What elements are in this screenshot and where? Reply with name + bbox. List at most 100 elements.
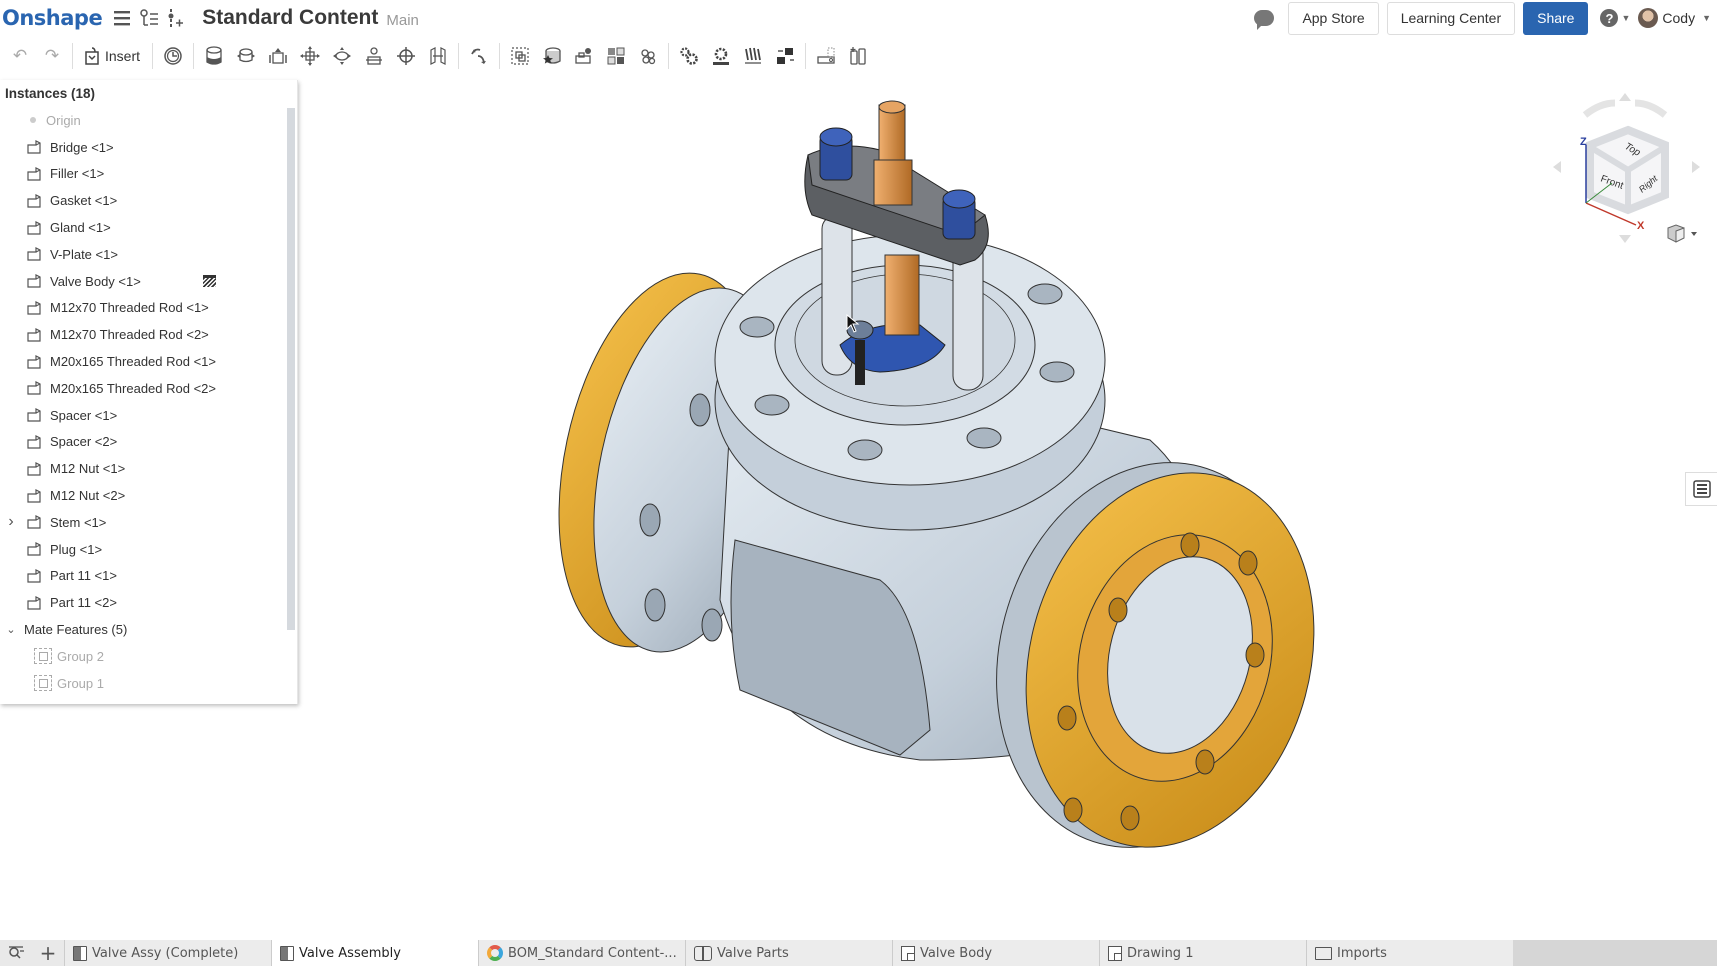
- mate-group-item[interactable]: Group 1: [0, 670, 286, 697]
- slider-mate-icon[interactable]: [262, 41, 294, 71]
- instance-label: M12 Nut <1>: [50, 461, 126, 477]
- pattern-icon[interactable]: [568, 41, 600, 71]
- revolute-mate-icon[interactable]: [230, 41, 262, 71]
- chevron-right-icon[interactable]: ›: [4, 513, 18, 531]
- menu-icon[interactable]: [110, 5, 136, 31]
- tab-label: Valve Parts: [717, 945, 789, 961]
- instance-label: Spacer <2>: [50, 434, 118, 450]
- instance-item[interactable]: Filler <1>: [0, 161, 286, 188]
- view-cube[interactable]: Top Front Right Z X: [1540, 85, 1710, 265]
- insert-part-icon[interactable]: [162, 5, 188, 31]
- instance-item[interactable]: Spacer <2>: [0, 429, 286, 456]
- mate-features-section[interactable]: ⌄ Mate Features (5): [0, 616, 286, 643]
- help-menu[interactable]: ? ▼: [1600, 9, 1630, 27]
- history-icon[interactable]: [157, 41, 189, 71]
- feature-list-icon[interactable]: [136, 5, 162, 31]
- linear-relation-icon[interactable]: [769, 41, 801, 71]
- insert-button[interactable]: Insert: [77, 41, 148, 71]
- panel-scrollbar[interactable]: [287, 108, 295, 630]
- tab-label: Valve Assembly: [299, 945, 401, 961]
- undo-icon[interactable]: ↶: [4, 41, 36, 71]
- group-icon: [34, 648, 52, 665]
- toolbar-divider: [193, 43, 195, 69]
- add-tab-button[interactable]: +: [32, 940, 64, 966]
- mate-features-label: Mate Features (5): [24, 622, 128, 638]
- share-button[interactable]: Share: [1523, 1, 1589, 35]
- mate-group-item[interactable]: Group 2: [0, 643, 286, 670]
- valve-assembly-model[interactable]: [300, 80, 1717, 925]
- instance-item[interactable]: M12x70 Threaded Rod <1>: [0, 295, 286, 322]
- instance-item[interactable]: Part 11 <2>: [0, 589, 286, 616]
- mate-connector-relation-icon[interactable]: [632, 41, 664, 71]
- section-hatch-icon[interactable]: [203, 274, 216, 287]
- instance-label: Bridge <1>: [50, 139, 114, 155]
- document-tab[interactable]: BOM_Standard Content-...: [478, 940, 685, 966]
- instance-item[interactable]: M20x165 Threaded Rod <1>: [0, 348, 286, 375]
- insert-icon: [85, 47, 99, 65]
- instance-label: Plug <1>: [50, 541, 103, 557]
- group-icon[interactable]: [504, 41, 536, 71]
- drawing-icon: [901, 945, 915, 961]
- learning-center-button[interactable]: Learning Center: [1386, 1, 1516, 35]
- tab-label: Drawing 1: [1127, 945, 1194, 961]
- document-tab[interactable]: Valve Assembly: [271, 940, 478, 966]
- parallel-mate-icon[interactable]: [422, 41, 454, 71]
- user-menu[interactable]: Cody ▼: [1638, 8, 1711, 28]
- app-store-button[interactable]: App Store: [1288, 1, 1379, 35]
- onshape-logo[interactable]: Onshape: [2, 6, 103, 30]
- document-tab[interactable]: Valve Parts: [685, 940, 892, 966]
- explode-icon[interactable]: [600, 41, 632, 71]
- chevron-down-icon[interactable]: ⌄: [4, 623, 18, 636]
- document-tab[interactable]: Valve Assy (Complete): [64, 940, 271, 966]
- insert-label: Insert: [105, 48, 141, 64]
- toolbar-divider: [72, 43, 73, 69]
- instance-item[interactable]: V-Plate <1>: [0, 241, 286, 268]
- properties-panel-button[interactable]: [1685, 472, 1717, 506]
- replicate-icon[interactable]: [536, 41, 568, 71]
- gear-relation-icon[interactable]: [673, 41, 705, 71]
- instance-item[interactable]: M12 Nut <1>: [0, 455, 286, 482]
- instance-item[interactable]: Part 11 <1>: [0, 563, 286, 590]
- document-tab[interactable]: Imports: [1306, 940, 1513, 966]
- branch-label[interactable]: Main: [386, 12, 419, 29]
- toolbar-divider: [668, 43, 670, 69]
- instance-item[interactable]: M20x165 Threaded Rod <2>: [0, 375, 286, 402]
- instance-item[interactable]: Gasket <1>: [0, 187, 286, 214]
- fastened-mate-icon[interactable]: [198, 41, 230, 71]
- tab-label: Valve Assy (Complete): [92, 945, 239, 961]
- origin-item[interactable]: Origin: [0, 107, 286, 134]
- comments-icon[interactable]: [1254, 10, 1275, 30]
- chevron-down-icon: ▼: [1702, 13, 1711, 23]
- instance-label: M12x70 Threaded Rod <1>: [50, 300, 209, 316]
- tab-manager-button[interactable]: [0, 940, 32, 966]
- rack-pinion-icon[interactable]: [705, 41, 737, 71]
- cylindrical-mate-icon[interactable]: [326, 41, 358, 71]
- part-instance-icon: [26, 327, 42, 342]
- screw-relation-icon[interactable]: [737, 41, 769, 71]
- instance-item[interactable]: › Stem <1>: [0, 509, 286, 536]
- document-tab[interactable]: Valve Body: [892, 940, 1099, 966]
- section-view-icon[interactable]: [842, 41, 874, 71]
- instance-item[interactable]: M12 Nut <2>: [0, 482, 286, 509]
- instance-item[interactable]: Spacer <1>: [0, 402, 286, 429]
- instance-item[interactable]: M12x70 Threaded Rod <2>: [0, 321, 286, 348]
- group-icon: [34, 675, 52, 692]
- instance-item[interactable]: Valve Body <1>: [0, 268, 286, 295]
- instance-item[interactable]: Bridge <1>: [0, 134, 286, 161]
- planar-mate-icon[interactable]: [294, 41, 326, 71]
- part-instance-icon: [26, 515, 42, 529]
- pin-slot-mate-icon[interactable]: [358, 41, 390, 71]
- measure-icon[interactable]: [810, 41, 842, 71]
- redo-icon[interactable]: ↷: [36, 41, 68, 71]
- instance-item[interactable]: Plug <1>: [0, 536, 286, 563]
- part-instance-icon: [26, 434, 42, 449]
- document-title[interactable]: Standard Content: [202, 6, 378, 30]
- graphics-viewport[interactable]: [300, 80, 1717, 925]
- instance-label: Gasket <1>: [50, 193, 118, 209]
- instance-item[interactable]: Gland <1>: [0, 214, 286, 241]
- chevron-down-icon: ▼: [1621, 13, 1631, 23]
- tangent-mate-icon[interactable]: [463, 41, 495, 71]
- bom-app-icon: [487, 945, 503, 961]
- ball-mate-icon[interactable]: [390, 41, 422, 71]
- document-tab[interactable]: Drawing 1: [1099, 940, 1306, 966]
